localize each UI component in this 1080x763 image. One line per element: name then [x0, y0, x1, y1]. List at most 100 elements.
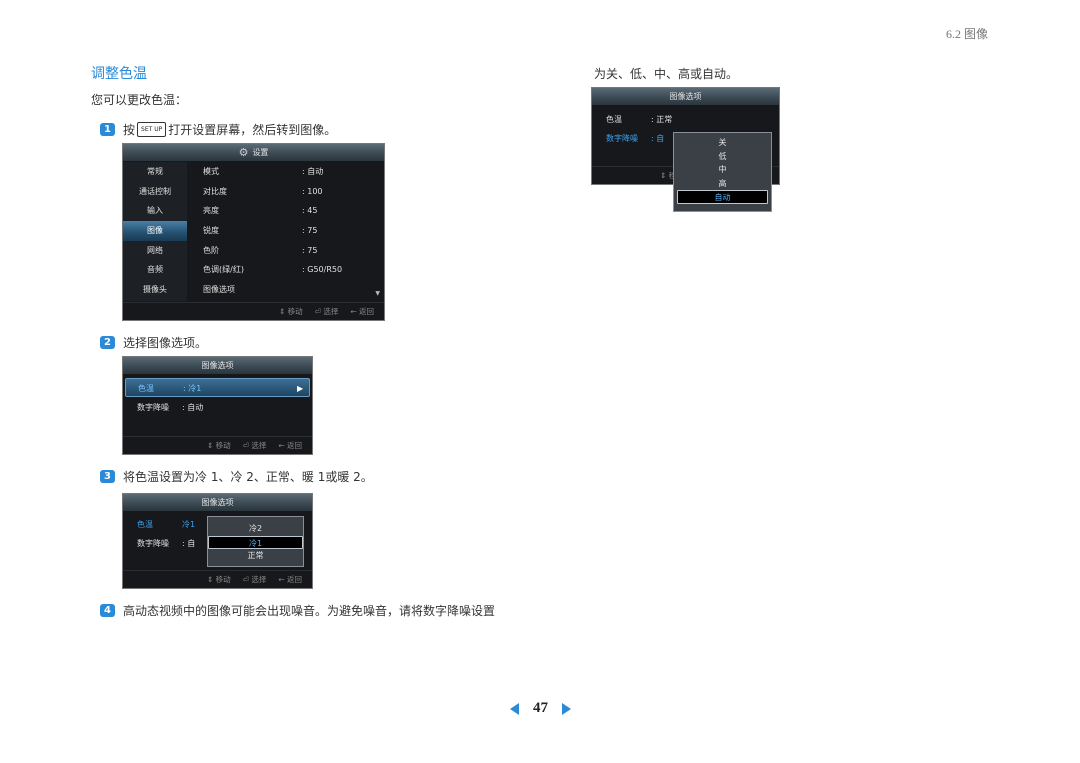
- next-page-icon[interactable]: [562, 702, 571, 715]
- setting-value: : 100: [302, 186, 323, 196]
- scroll-down-icon[interactable]: ▼: [375, 290, 380, 297]
- setting-value: [302, 280, 384, 300]
- osd-footer: ⇕ 移动 ⏎ 选择 ← 返回: [123, 302, 384, 320]
- setting-label: 亮度: [203, 206, 219, 216]
- sidebar-item-call-control[interactable]: 通话控制: [123, 182, 187, 202]
- setting-label: 对比度: [203, 186, 227, 196]
- option-label: 数字降噪: [137, 403, 169, 412]
- osd-header: 图像选项: [592, 88, 779, 105]
- osd-footer: ⇕ 移动 ⏎ 选择 ← 返回: [123, 436, 312, 454]
- setting-row-brightness[interactable]: 亮度 : 45: [189, 201, 384, 221]
- osd-title: 图像选项: [669, 92, 702, 101]
- select-hint-label: 选择: [251, 441, 267, 450]
- osd-title: 图像选项: [201, 498, 234, 507]
- sidebar-item-picture[interactable]: 图像: [123, 221, 187, 241]
- chevron-right-icon: ▶: [297, 384, 304, 393]
- option-label: 色温: [138, 384, 154, 393]
- osd-header: 图像选项: [123, 494, 312, 511]
- osd-title: 设置: [252, 148, 269, 157]
- dropdown-option[interactable]: 冷2: [208, 522, 303, 536]
- sidebar-item-camera[interactable]: 摄像头: [123, 280, 187, 300]
- dropdown-option-selected[interactable]: 冷1: [208, 535, 303, 549]
- step-number: 4: [100, 604, 115, 617]
- back-hint: ← 返回: [350, 307, 374, 316]
- sidebar-item-general[interactable]: 常规: [123, 162, 187, 182]
- dropdown-option[interactable]: 低: [677, 150, 768, 164]
- option-row-color-temp[interactable]: 色温 : 冷1 ▶: [125, 378, 310, 397]
- intro-text: 您可以更改色温：: [91, 93, 188, 107]
- select-hint: ⏎ 选择: [315, 306, 339, 317]
- select-hint-label: 选择: [323, 307, 339, 316]
- step-1: 1 按 SET UP 打开设置屏幕，然后转到图像。: [100, 121, 336, 138]
- setting-label: 模式: [203, 167, 219, 176]
- setting-label: 色调(绿/红): [203, 265, 244, 275]
- step-4: 4 高动态视频中的图像可能会出现噪音。为避免噪音，请将数字降噪设置: [100, 602, 495, 619]
- setting-row-sharpness[interactable]: 锐度 : 75: [189, 221, 384, 241]
- section-reference: 6.2 图像: [945, 27, 988, 41]
- move-hint: ⇕ 移动: [206, 441, 231, 450]
- option-value: : 自动: [182, 403, 204, 412]
- enter-icon: ⏎: [242, 441, 249, 450]
- dropdown-option[interactable]: 高: [677, 177, 768, 191]
- select-hint: ⏎ 选择: [243, 574, 267, 585]
- step-number: 3: [100, 470, 115, 483]
- osd-settings-list: 模式 : 自动 对比度 : 100 亮度 : 45 锐度 : 75 色阶 : 75 色调(…: [189, 162, 384, 300]
- setting-label: 图像选项: [203, 285, 235, 295]
- step-2: 2 选择图像选项。: [100, 334, 207, 351]
- dropdown-option[interactable]: 中: [677, 163, 768, 177]
- option-row-color-temp[interactable]: 色温 : 正常: [594, 110, 777, 129]
- back-hint: ← 返回: [278, 441, 302, 450]
- step-text: 将色温设置为冷 1、冷 2、正常、暖 1或暖 2。: [123, 470, 373, 484]
- page-number: 47: [533, 700, 548, 716]
- setup-key-icon: SET UP: [137, 122, 167, 137]
- osd-sidebar: 常规 通话控制 输入 图像 网络 音频 摄像头: [123, 162, 187, 301]
- setting-row-color-level[interactable]: 色阶 : 75: [189, 241, 384, 261]
- option-label: 色温: [606, 115, 622, 124]
- sidebar-item-input[interactable]: 输入: [123, 201, 187, 221]
- option-label: 色温: [137, 520, 153, 529]
- osd-picture-options: 图像选项 色温 : 冷1 ▶ 数字降噪 : 自动 ⇕ 移动 ⏎ 选择 ← 返回: [122, 356, 313, 455]
- step-3: 3 将色温设置为冷 1、冷 2、正常、暖 1或暖 2。: [100, 468, 373, 485]
- step-text: 高动态视频中的图像可能会出现噪音。为避免噪音，请将数字降噪设置: [123, 604, 496, 618]
- step-number: 2: [100, 336, 115, 349]
- option-value: : 冷1: [183, 384, 202, 393]
- step-text: 选择图像选项。: [123, 336, 208, 350]
- step-number: 1: [100, 123, 115, 136]
- enter-icon: ⏎: [314, 307, 321, 316]
- setting-value: : 75: [302, 245, 318, 255]
- option-row-noise-reduction[interactable]: 数字降噪 : 自动: [125, 398, 310, 417]
- setting-row-mode[interactable]: 模式 : 自动: [189, 162, 384, 182]
- setting-label: 色阶: [203, 245, 219, 255]
- dropdown-option[interactable]: 正常: [208, 549, 303, 563]
- osd-footer: ⇕ 移动 ⏎ 选择 ← 返回: [123, 570, 312, 588]
- step-text-before: 按: [123, 123, 136, 137]
- step-4-continuation: 为关、低、中、高或自动。: [594, 67, 739, 81]
- setting-label: 锐度: [203, 226, 219, 236]
- setting-value: : 75: [302, 226, 318, 236]
- pagination: 47: [510, 700, 571, 717]
- step-text-after: 打开设置屏幕，然后转到图像。: [168, 123, 337, 137]
- select-hint: ⏎ 选择: [243, 440, 267, 451]
- sidebar-item-audio[interactable]: 音频: [123, 260, 187, 280]
- option-label: 数字降噪: [137, 539, 169, 548]
- option-label: 数字降噪: [606, 134, 638, 143]
- setting-value: : 自动: [302, 167, 324, 176]
- osd-title: 图像选项: [201, 361, 234, 370]
- osd-settings-screen: ⚙ 设置 常规 通话控制 输入 图像 网络 音频 摄像头 模式 : 自动 对比度:…: [122, 143, 385, 321]
- osd-header: 图像选项: [123, 357, 312, 374]
- setting-value: : 45: [302, 206, 318, 216]
- back-hint: ← 返回: [278, 575, 302, 584]
- previous-page-icon[interactable]: [510, 702, 519, 715]
- setting-row-picture-options[interactable]: 图像选项: [189, 280, 384, 300]
- osd-header: ⚙ 设置: [123, 144, 384, 161]
- setting-row-tint[interactable]: 色调(绿/红) : G50/R50: [189, 260, 384, 280]
- setting-value: : G50/R50: [302, 265, 343, 275]
- setting-row-contrast[interactable]: 对比度 : 100: [189, 182, 384, 202]
- sidebar-item-network[interactable]: 网络: [123, 241, 187, 261]
- noise-reduction-dropdown: 关 低 中 高 自动: [673, 132, 772, 212]
- color-temp-dropdown: 冷2 冷1 正常: [207, 516, 304, 567]
- dropdown-option[interactable]: 关: [677, 136, 768, 150]
- section-title: 调整色温: [91, 66, 147, 82]
- enter-icon: ⏎: [242, 575, 249, 584]
- dropdown-option-selected[interactable]: 自动: [677, 190, 768, 204]
